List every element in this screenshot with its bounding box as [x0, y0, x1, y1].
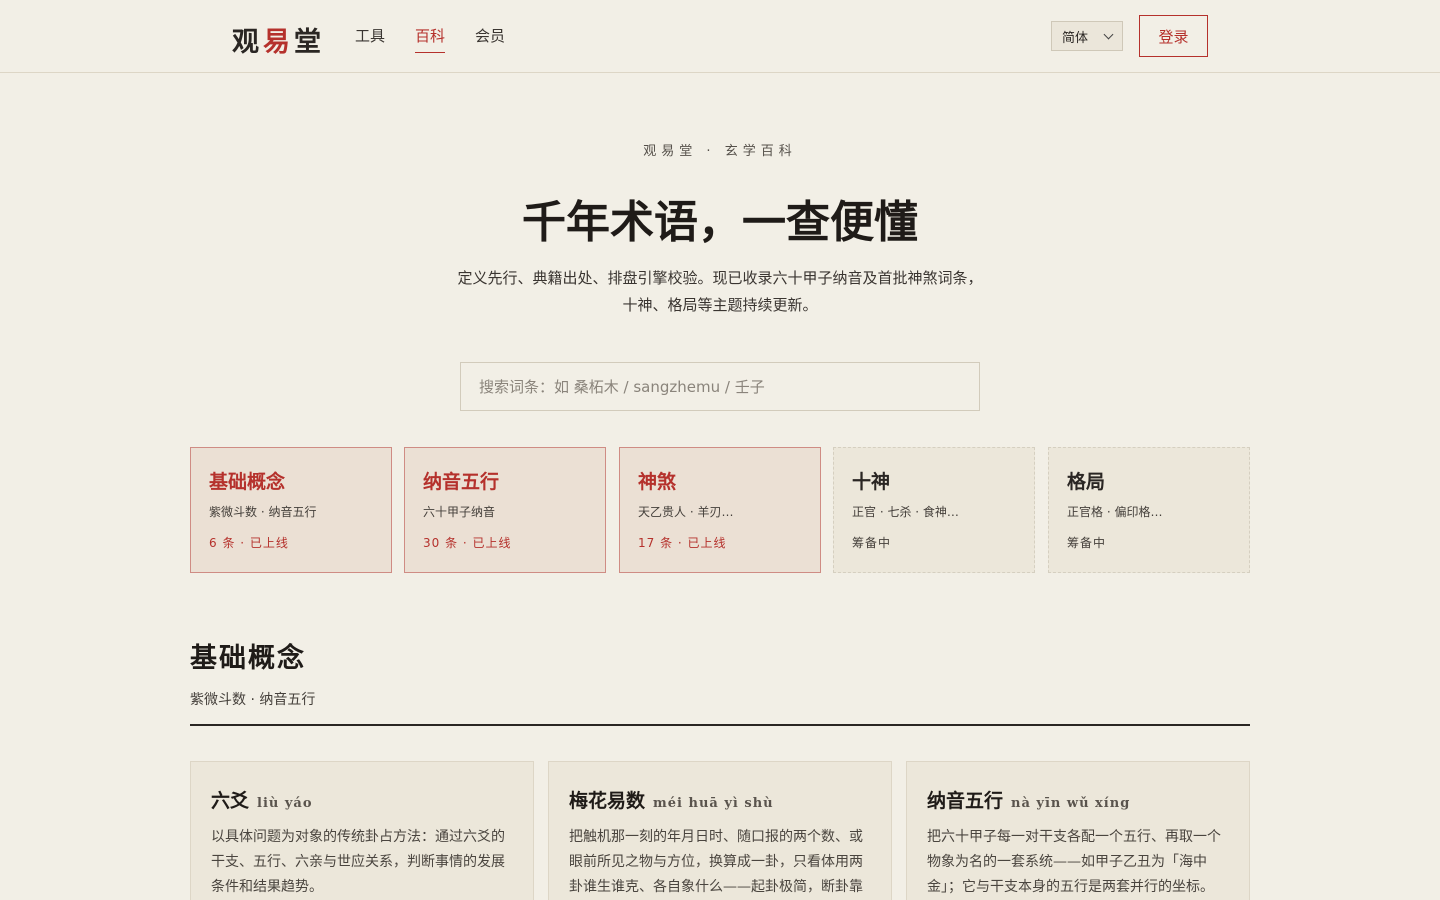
- entry-card-meihua[interactable]: 梅花易数 méi huā yì shù 把触机那一刻的年月日时、随口报的两个数、…: [548, 761, 892, 900]
- hero-eyebrow: 观易堂 · 玄学百科: [643, 144, 797, 159]
- entry-description: 把六十甲子每一对干支各配一个五行、再取一个物象为名的一套系统——如甲子乙丑为「海…: [927, 829, 1221, 895]
- site-header: 观易堂 工具 百科 会员 简体 登录: [0, 0, 1440, 73]
- category-status: 6 条 · 已上线: [209, 536, 289, 550]
- entry-pinyin: méi huā yì shù: [653, 796, 774, 811]
- category-status: 筹备中: [1067, 536, 1107, 550]
- entry-term: 纳音五行: [927, 790, 1004, 812]
- category-title: 十神: [852, 471, 891, 493]
- entry-header: 梅花易数 méi huā yì shù: [569, 786, 871, 813]
- language-select[interactable]: 简体: [1051, 21, 1123, 51]
- category-subtitle: 紫微斗数 · 纳音五行: [209, 505, 317, 519]
- section-subtitle: 紫微斗数 · 纳音五行: [190, 692, 316, 708]
- entry-header: 纳音五行 nà yīn wǔ xíng: [927, 786, 1229, 813]
- category-title: 格局: [1067, 471, 1106, 493]
- category-subtitle: 天乙贵人 · 羊刃…: [638, 505, 734, 519]
- page-title: 千年术语，一查便懂: [522, 197, 918, 248]
- chevron-down-icon: [1103, 29, 1114, 39]
- category-title: 神煞: [638, 471, 677, 493]
- section-divider: [190, 724, 1250, 726]
- category-card-basics[interactable]: 基础概念 紫微斗数 · 纳音五行 6 条 · 已上线: [190, 447, 392, 573]
- search-input[interactable]: [460, 362, 980, 411]
- category-subtitle: 六十甲子纳音: [423, 505, 496, 519]
- nav-item-tools[interactable]: 工具: [355, 25, 385, 53]
- category-card-geju: 格局 正官格 · 偏印格… 筹备中: [1048, 447, 1250, 573]
- entry-header: 六爻 liù yáo: [211, 786, 513, 813]
- logo-char-2: 易: [263, 27, 294, 58]
- site-logo[interactable]: 观易堂: [232, 20, 325, 59]
- category-status: 17 条 · 已上线: [638, 536, 727, 550]
- category-card-shishen: 十神 正官 · 七杀 · 食神… 筹备中: [833, 447, 1035, 573]
- entry-pinyin: liù yáo: [257, 796, 313, 811]
- entry-pinyin: nà yīn wǔ xíng: [1011, 796, 1131, 811]
- main-nav: 工具 百科 会员: [355, 25, 505, 53]
- language-select-value: 简体: [1062, 30, 1089, 46]
- nav-item-encyclopedia[interactable]: 百科: [415, 25, 446, 53]
- entry-card-nayin[interactable]: 纳音五行 nà yīn wǔ xíng 把六十甲子每一对干支各配一个五行、再取一…: [906, 761, 1250, 900]
- hero-description-line-2: 十神、格局等主题持续更新。: [622, 296, 818, 314]
- nav-item-membership[interactable]: 会员: [475, 25, 505, 53]
- category-card-nayin[interactable]: 纳音五行 六十甲子纳音 30 条 · 已上线: [404, 447, 606, 573]
- category-subtitle: 正官格 · 偏印格…: [1067, 505, 1163, 519]
- category-subtitle: 正官 · 七杀 · 食神…: [852, 505, 959, 519]
- entry-term: 梅花易数: [569, 790, 646, 812]
- login-button[interactable]: 登录: [1139, 15, 1208, 57]
- entry-card-liuyao[interactable]: 六爻 liù yáo 以具体问题为对象的传统卦占方法：通过六爻的干支、五行、六亲…: [190, 761, 534, 900]
- category-title: 纳音五行: [423, 471, 500, 493]
- category-status: 30 条 · 已上线: [423, 536, 512, 550]
- entry-description: 把触机那一刻的年月日时、随口报的两个数、或眼前所见之物与方位，换算成一卦，只看体…: [569, 829, 863, 895]
- category-title: 基础概念: [209, 471, 286, 493]
- hero-description: 定义先行、典籍出处、排盘引擎校验。现已收录六十甲子纳音及首批神煞词条， 十神、格…: [440, 265, 1000, 319]
- section-title: 基础概念: [190, 643, 306, 674]
- logo-char-3: 堂: [294, 27, 325, 58]
- entry-term: 六爻: [211, 790, 250, 812]
- category-status: 筹备中: [852, 536, 892, 550]
- category-card-shensha[interactable]: 神煞 天乙贵人 · 羊刃… 17 条 · 已上线: [619, 447, 821, 573]
- logo-char-1: 观: [232, 27, 263, 58]
- entry-description: 以具体问题为对象的传统卦占方法：通过六爻的干支、五行、六亲与世应关系，判断事情的…: [211, 829, 505, 895]
- hero-description-line-1: 定义先行、典籍出处、排盘引擎校验。现已收录六十甲子纳音及首批神煞词条，: [457, 269, 983, 287]
